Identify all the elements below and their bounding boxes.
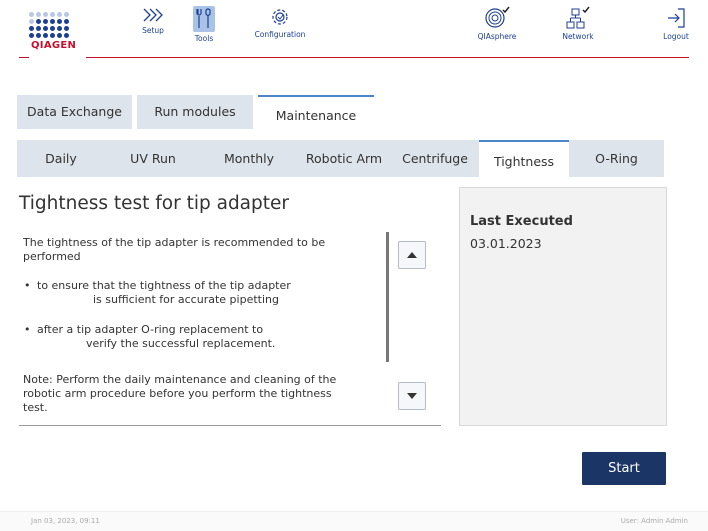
- subtab-centrifuge[interactable]: Centrifuge: [391, 140, 479, 177]
- nav-network-label: Network: [562, 32, 594, 41]
- list-item: after a tip adapter O-ring replacement t…: [23, 323, 383, 351]
- maintenance-subtabs: Daily UV Run Monthly Robotic Arm Centrif…: [17, 140, 664, 177]
- logo-text: QIAGEN: [31, 40, 77, 51]
- subtab-monthly[interactable]: Monthly: [201, 140, 297, 177]
- footer-datetime: Jan 03, 2023, 09:11: [31, 517, 100, 525]
- qiasphere-icon: [473, 6, 521, 30]
- start-button[interactable]: Start: [582, 452, 666, 485]
- last-executed-value: 03.01.2023: [470, 236, 542, 251]
- nav-qiasphere[interactable]: QIAsphere: [473, 6, 521, 41]
- subtab-o-ring[interactable]: O-Ring: [569, 140, 664, 177]
- page-title: Tightness test for tip adapter: [19, 193, 290, 214]
- bullet1-line-2: is sufficient for accurate pipetting: [93, 293, 279, 306]
- list-item: to ensure that the tightness of the tip …: [23, 279, 383, 307]
- note-line-1: Note: Perform the daily maintenance and …: [23, 373, 337, 386]
- nav-tools[interactable]: Tools: [192, 6, 216, 43]
- note-line-3: test.: [23, 401, 48, 412]
- subtab-robotic-arm[interactable]: Robotic Arm: [297, 140, 391, 177]
- configuration-icon: [249, 6, 311, 28]
- text-scrollbar[interactable]: [386, 232, 389, 362]
- nav-tools-label: Tools: [194, 34, 214, 43]
- nav-qiasphere-label: QIAsphere: [477, 32, 517, 41]
- tab-run-modules[interactable]: Run modules: [137, 95, 253, 129]
- bullet1-line-1: to ensure that the tightness of the tip …: [37, 279, 291, 292]
- bullet2-line-2: verify the successful replacement.: [86, 337, 276, 350]
- subtab-tightness[interactable]: Tightness: [479, 140, 569, 177]
- nav-logout-label: Logout: [663, 32, 689, 41]
- instructions-text: The tightness of the tip adapter is reco…: [23, 236, 383, 412]
- subtab-daily[interactable]: Daily: [17, 140, 105, 177]
- nav-setup[interactable]: Setup: [137, 6, 169, 35]
- main-tabs: Data Exchange Run modules Maintenance: [17, 95, 379, 129]
- caret-down-icon: [407, 393, 417, 399]
- nav-logout[interactable]: Logout: [661, 6, 691, 41]
- qiagen-logo: QIAGEN: [22, 12, 80, 62]
- bullet2-line-1: after a tip adapter O-ring replacement t…: [37, 323, 264, 336]
- setup-icon: [137, 6, 169, 24]
- last-executed-heading: Last Executed: [470, 214, 573, 229]
- network-icon: [558, 6, 598, 30]
- tab-data-exchange[interactable]: Data Exchange: [17, 95, 132, 129]
- logout-icon: [661, 6, 691, 30]
- nav-network[interactable]: Network: [558, 6, 598, 41]
- nav-configuration-label: Configuration: [254, 30, 306, 39]
- app-header: QIAGEN Setup Tools Configuration QIAsphe…: [0, 0, 708, 60]
- status-footer: Jan 03, 2023, 09:11 User: Admin Admin: [0, 511, 708, 531]
- subtab-uv-run[interactable]: UV Run: [105, 140, 201, 177]
- tools-icon: [193, 6, 215, 32]
- note-line-2: robotic arm procedure before you perform…: [23, 387, 332, 400]
- caret-up-icon: [407, 252, 417, 258]
- nav-configuration[interactable]: Configuration: [249, 6, 311, 39]
- scroll-up-button[interactable]: [398, 241, 426, 269]
- intro-line-2: performed: [23, 250, 81, 263]
- last-executed-panel: Last Executed 03.01.2023: [459, 187, 667, 426]
- footer-user: User: Admin Admin: [620, 517, 688, 525]
- nav-setup-label: Setup: [142, 26, 164, 35]
- scroll-down-button[interactable]: [398, 382, 426, 410]
- tab-maintenance[interactable]: Maintenance: [258, 95, 374, 129]
- intro-line-1: The tightness of the tip adapter is reco…: [23, 236, 326, 249]
- content-divider: [19, 425, 441, 426]
